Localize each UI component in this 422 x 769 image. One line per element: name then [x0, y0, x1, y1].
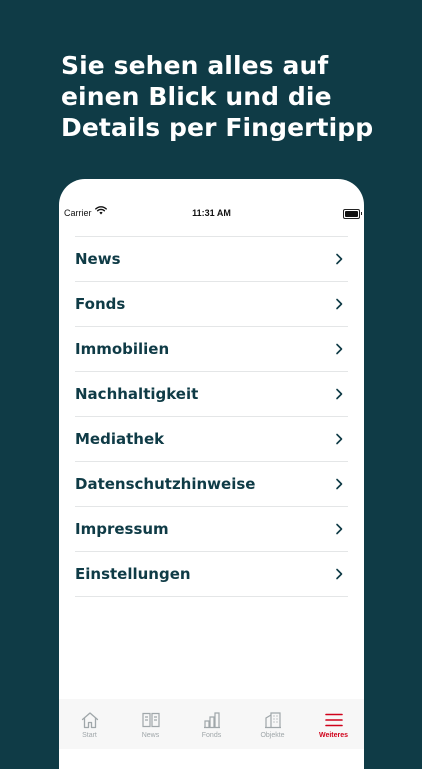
- menu-item-label: Mediathek: [75, 430, 165, 448]
- chevron-right-icon: [336, 433, 343, 445]
- chevron-right-icon: [336, 343, 343, 355]
- menu-list: News Fonds Immobilien Nachhaltigkeit Med…: [75, 236, 348, 597]
- menu-item-impressum[interactable]: Impressum: [75, 507, 348, 552]
- tab-objekte[interactable]: Objekte: [242, 699, 303, 749]
- menu-item-label: Einstellungen: [75, 565, 191, 583]
- tab-label: Start: [82, 732, 97, 739]
- menu-item-nachhaltigkeit[interactable]: Nachhaltigkeit: [75, 372, 348, 417]
- phone-mockup: Carrier 11:31 AM News Fonds Immobilien N…: [59, 179, 364, 769]
- menu-item-immobilien[interactable]: Immobilien: [75, 327, 348, 372]
- menu-item-news[interactable]: News: [75, 237, 348, 282]
- menu-item-label: Fonds: [75, 295, 126, 313]
- bar-chart-icon: [203, 712, 220, 729]
- building-icon: [264, 712, 281, 729]
- tab-label: Fonds: [201, 732, 222, 739]
- tab-fonds[interactable]: Fonds: [181, 699, 242, 749]
- tab-label: News: [141, 732, 160, 739]
- tab-label: Objekte: [260, 732, 285, 739]
- tab-bar: Start News Fonds Objekte Weiteres: [59, 699, 364, 749]
- menu-item-label: Datenschutzhinweise: [75, 475, 256, 493]
- status-bar: Carrier 11:31 AM: [59, 179, 364, 219]
- menu-item-label: Immobilien: [75, 340, 170, 358]
- status-time: 11:31 AM: [192, 208, 231, 218]
- home-icon: [81, 712, 98, 729]
- menu-item-label: News: [75, 250, 121, 268]
- menu-item-label: Impressum: [75, 520, 169, 538]
- chevron-right-icon: [336, 478, 343, 490]
- menu-item-fonds[interactable]: Fonds: [75, 282, 348, 327]
- menu-item-label: Nachhaltigkeit: [75, 385, 199, 403]
- chevron-right-icon: [336, 298, 343, 310]
- chevron-right-icon: [336, 253, 343, 265]
- tab-news[interactable]: News: [120, 699, 181, 749]
- tab-label: Weiteres: [318, 732, 349, 739]
- chevron-right-icon: [336, 568, 343, 580]
- tab-start[interactable]: Start: [59, 699, 120, 749]
- battery-icon: [343, 209, 362, 219]
- menu-item-datenschutzhinweise[interactable]: Datenschutzhinweise: [75, 462, 348, 507]
- menu-item-einstellungen[interactable]: Einstellungen: [75, 552, 348, 597]
- menu-icon: [324, 713, 343, 727]
- menu-item-mediathek[interactable]: Mediathek: [75, 417, 348, 462]
- chevron-right-icon: [336, 388, 343, 400]
- tab-weiteres[interactable]: Weiteres: [303, 699, 364, 749]
- book-icon: [141, 712, 160, 728]
- chevron-right-icon: [336, 523, 343, 535]
- headline: Sie sehen alles auf einen Blick und die …: [61, 51, 374, 142]
